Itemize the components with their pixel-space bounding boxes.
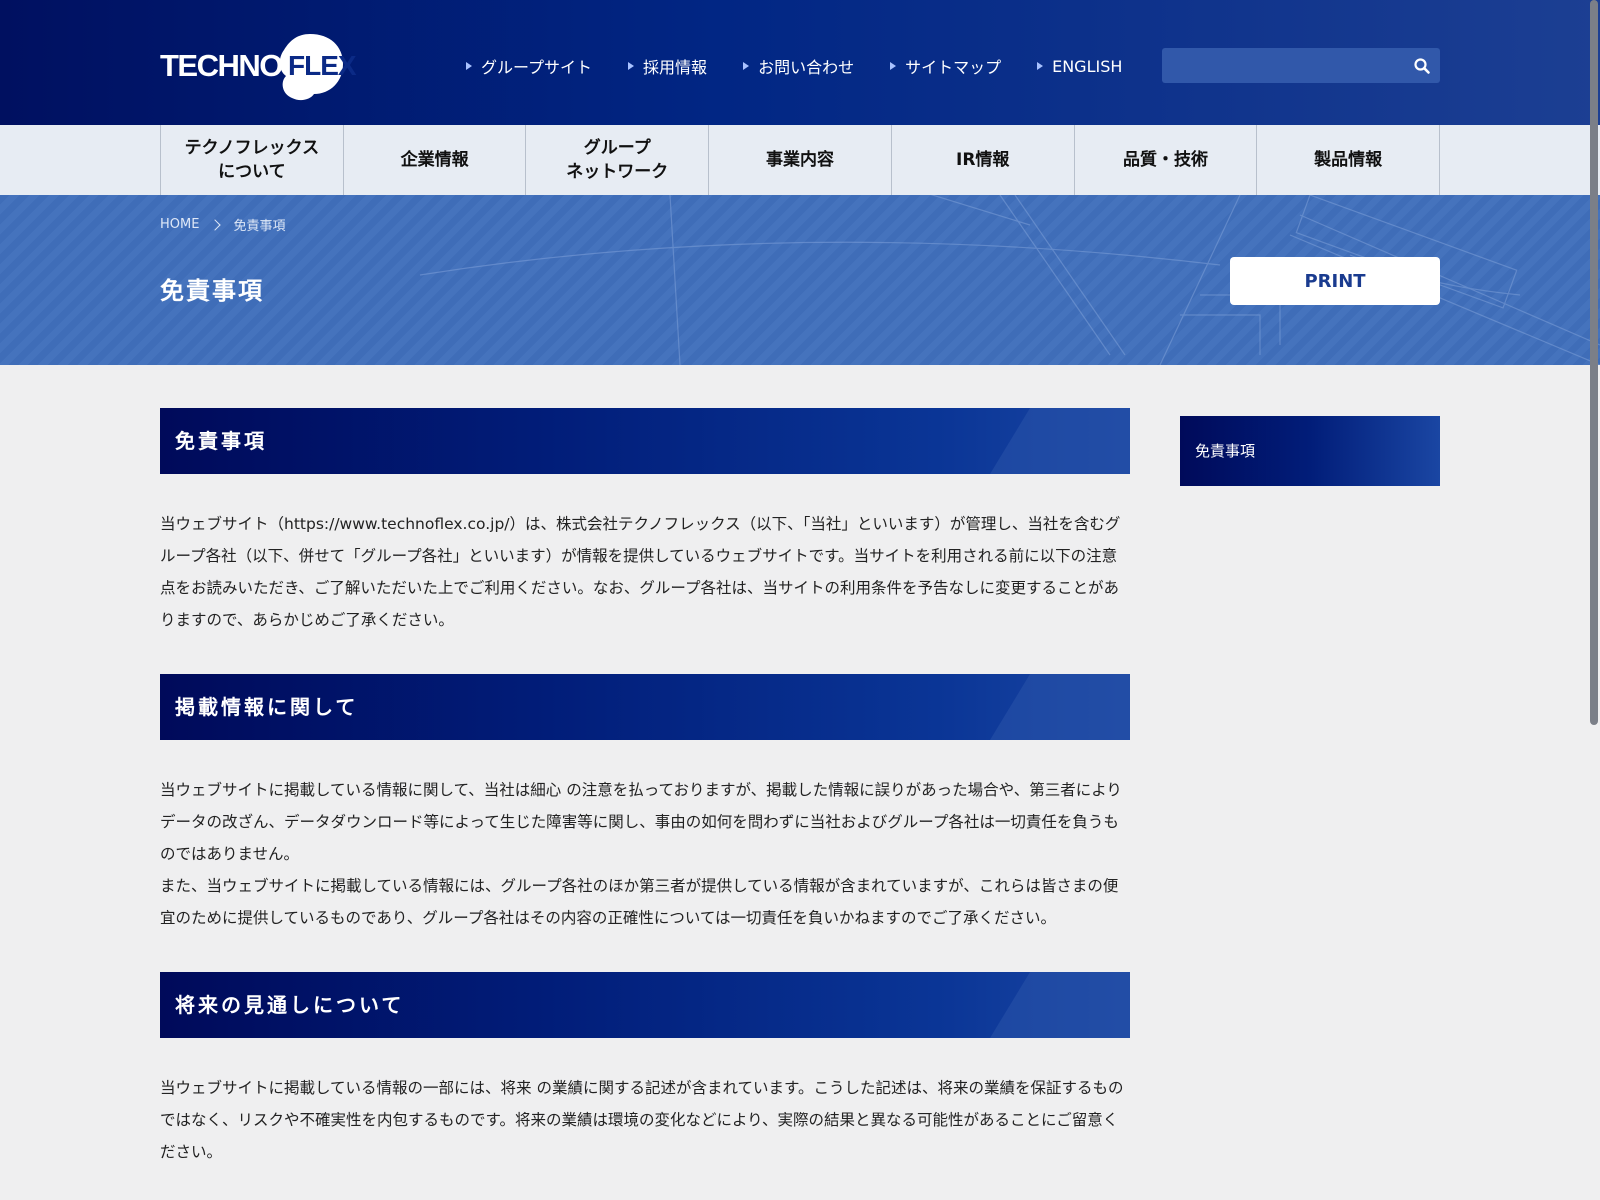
section-title: 将来の見通しについて — [175, 993, 405, 1017]
section-title: 免責事項 — [175, 429, 267, 453]
print-button[interactable]: PRINT — [1230, 257, 1440, 305]
triangle-right-icon — [890, 62, 897, 70]
page-hero: HOME 免責事項 免責事項 PRINT — [0, 195, 1600, 365]
section-paragraph: 当ウェブサイトに掲載している情報に関して、当社は細心 の注意を払っておりますが、… — [160, 781, 1122, 863]
scrollbar-thumb[interactable] — [1590, 0, 1598, 725]
utility-link-group-site[interactable]: グループサイト — [466, 54, 592, 78]
utility-nav: グループサイト 採用情報 お問い合わせ サイトマップ ENGLISH — [466, 54, 1158, 78]
utility-link-sitemap[interactable]: サイトマップ — [890, 54, 1001, 78]
breadcrumb-current: 免責事項 — [233, 219, 286, 234]
utility-link-recruit[interactable]: 採用情報 — [628, 54, 707, 78]
section-body: 当ウェブサイト（https://www.technoflex.co.jp/）は、… — [160, 474, 1130, 674]
site-header: TECHNO FLEX グループサイト 採用情報 お問い合わせ サイトマップ E… — [0, 0, 1600, 125]
heading-facet-shape — [990, 408, 1130, 474]
utility-link-english[interactable]: ENGLISH — [1037, 54, 1122, 78]
section-paragraph: 当ウェブサイト（https://www.technoflex.co.jp/）は、… — [160, 515, 1121, 629]
nav-item-group-network[interactable]: グループ ネットワーク — [526, 125, 710, 195]
page-scrollbar[interactable] — [1586, 0, 1600, 1200]
section-heading: 将来の見通しについて — [160, 972, 1130, 1038]
site-logo[interactable]: TECHNO FLEX — [160, 30, 357, 102]
nav-item-about[interactable]: テクノフレックス について — [161, 125, 344, 195]
nav-item-company[interactable]: 企業情報 — [344, 125, 527, 195]
section-heading: 免責事項 — [160, 408, 1130, 474]
search-icon — [1414, 58, 1430, 74]
heading-facet-shape — [990, 674, 1130, 740]
nav-item-business[interactable]: 事業内容 — [709, 125, 892, 195]
global-nav-row: テクノフレックス について 企業情報 グループ ネットワーク 事業内容 IR情報… — [160, 125, 1441, 195]
section-body: 当ウェブサイトに掲載している情報の一部には、将来 の業績に関する記述が含まれてい… — [160, 1038, 1130, 1200]
section-paragraph: また、当ウェブサイトに掲載している情報には、グループ各社のほか第三者が提供してい… — [160, 877, 1119, 927]
side-nav-item-disclaimer[interactable]: 免責事項 — [1180, 416, 1440, 486]
triangle-right-icon — [628, 62, 635, 70]
heading-facet-shape — [990, 972, 1130, 1038]
section-heading: 掲載情報に関して — [160, 674, 1130, 740]
global-nav: テクノフレックス について 企業情報 グループ ネットワーク 事業内容 IR情報… — [0, 125, 1600, 195]
section-body: 当ウェブサイトに掲載している情報に関して、当社は細心 の注意を払っておりますが、… — [160, 740, 1130, 972]
chevron-right-icon — [209, 218, 222, 231]
breadcrumb-home-link[interactable]: HOME — [160, 217, 199, 232]
logo-text: TECHNO — [160, 48, 283, 83]
nav-item-quality[interactable]: 品質・技術 — [1075, 125, 1258, 195]
triangle-right-icon — [743, 62, 750, 70]
breadcrumb: HOME 免責事項 — [160, 215, 285, 234]
utility-link-contact[interactable]: お問い合わせ — [743, 54, 854, 78]
nav-item-products[interactable]: 製品情報 — [1257, 125, 1441, 195]
search-input[interactable] — [1162, 48, 1402, 83]
section-title: 掲載情報に関して — [175, 695, 359, 719]
side-nav-label: 免責事項 — [1195, 442, 1256, 460]
main-content: 免責事項 当ウェブサイト（https://www.technoflex.co.j… — [160, 408, 1130, 1200]
triangle-right-icon — [1037, 62, 1044, 70]
section-paragraph: 当ウェブサイトに掲載している情報の一部には、将来 の業績に関する記述が含まれてい… — [160, 1079, 1124, 1161]
logo-text-flex: FLEX — [288, 50, 357, 81]
nav-item-ir[interactable]: IR情報 — [892, 125, 1075, 195]
search-box — [1162, 48, 1440, 83]
search-button[interactable] — [1410, 54, 1434, 78]
page-title: 免責事項 — [160, 277, 264, 305]
triangle-right-icon — [466, 62, 472, 70]
